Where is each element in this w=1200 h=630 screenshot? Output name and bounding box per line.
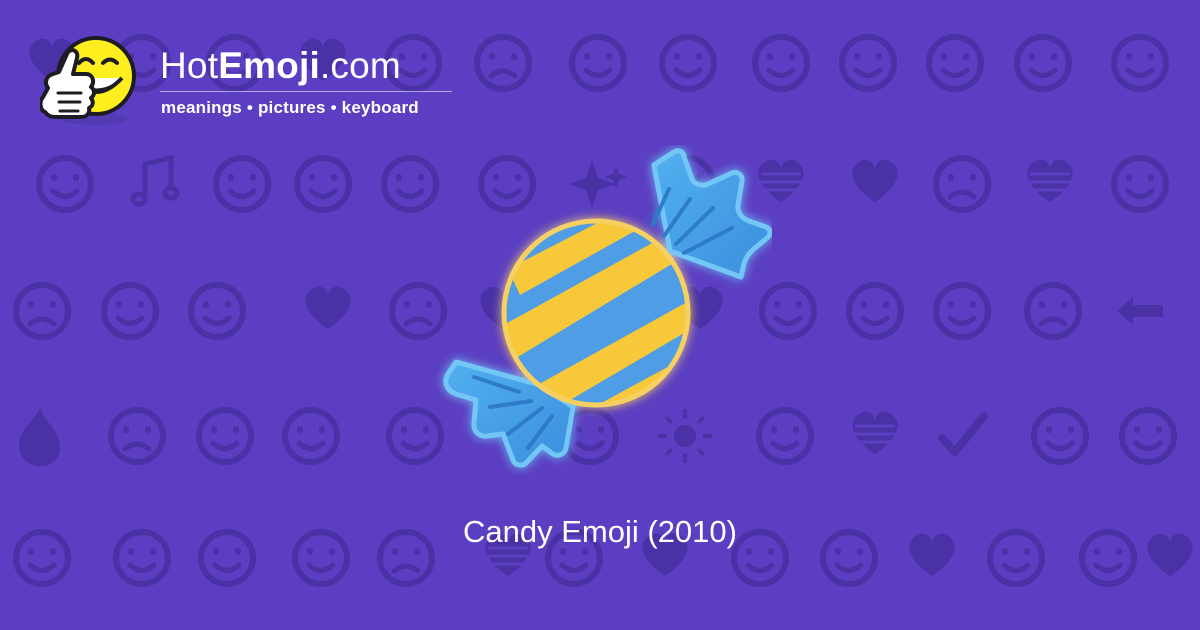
- smiling-imp-icon: [936, 285, 988, 337]
- tired-face-icon: [111, 410, 163, 462]
- tongue-face-icon: [104, 285, 156, 337]
- beaming-face-icon: [1017, 37, 1069, 89]
- raising-hands-icon: [39, 158, 91, 210]
- heart-with-arrow-icon: [305, 286, 351, 329]
- ok-hand-icon: [572, 37, 624, 89]
- site-title: HotEmoji.com: [160, 46, 401, 86]
- candy-icon: [443, 148, 772, 468]
- site-title-emoji: Emoji: [218, 45, 320, 86]
- winking-thumbs-up-logo-icon: [40, 36, 136, 125]
- site-title-com: .com: [319, 45, 401, 86]
- check-mark-icon: [938, 412, 988, 456]
- heart-pattern-icon: [850, 410, 900, 456]
- heart-pattern-icon: [1025, 158, 1075, 204]
- site-title-hot: Hot: [160, 45, 219, 86]
- punch-icon: [199, 410, 251, 462]
- neutral-face-icon: [662, 37, 714, 89]
- page-container: HotEmoji.com meanings • pictures • keybo…: [0, 0, 1200, 630]
- left-arrow-icon: [1117, 297, 1163, 325]
- title-divider: [160, 91, 452, 92]
- musical-notes-icon: [130, 154, 180, 207]
- eyes-icon: [755, 37, 807, 89]
- weary-face-icon: [477, 37, 529, 89]
- victory-hand-icon: [297, 158, 349, 210]
- tongue-face-icon: [1114, 158, 1166, 210]
- screaming-face-icon: [849, 285, 901, 337]
- new-moon-face-icon: [1122, 410, 1174, 462]
- broken-heart-icon: [852, 159, 898, 202]
- relieved-face-icon: [929, 37, 981, 89]
- fire-icon: [19, 408, 60, 466]
- confused-face-icon: [936, 158, 988, 210]
- angry-face-icon: [1027, 285, 1079, 337]
- site-logo[interactable]: HotEmoji.com meanings • pictures • keybo…: [40, 34, 480, 130]
- hand-down-icon: [191, 285, 243, 337]
- emoji-caption: Candy Emoji (2010): [463, 514, 737, 549]
- frowning-face-icon: [16, 285, 68, 337]
- recycling-icon: [1114, 37, 1166, 89]
- site-tagline: meanings • pictures • keyboard: [161, 98, 419, 117]
- see-no-evil-monkey-icon: [216, 158, 268, 210]
- smirking-face-icon: [842, 37, 894, 89]
- laughing-face-icon: [1034, 410, 1086, 462]
- party-popper-icon: [285, 410, 337, 462]
